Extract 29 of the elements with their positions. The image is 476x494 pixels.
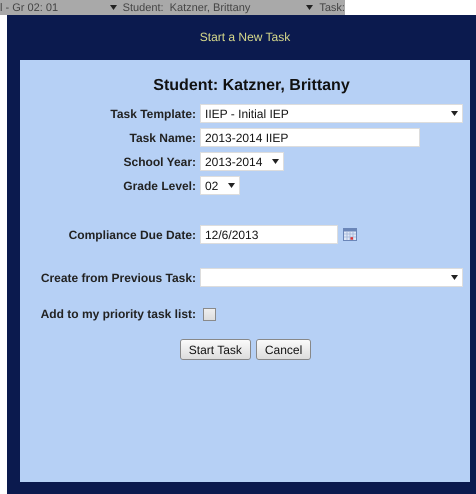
grade-text: l - Gr 02: 01 [0,2,58,14]
field-label: School Year: [122,154,197,168]
checkbox[interactable] [203,308,216,320]
cancel-button[interactable]: Cancel [256,339,312,360]
start-task-button[interactable]: Start Task [180,339,251,360]
dropdown-caret-icon [451,275,458,280]
dropdown-caret-icon [110,5,117,10]
dialog-title: Start a New Task [198,29,292,46]
select-field[interactable]: IIEP - Initial IEP [200,104,463,123]
task-label: Task: [319,2,345,14]
field-label: Create from Previous Task: [40,270,197,284]
calendar-icon[interactable] [343,228,357,241]
student-label: Student: [122,2,164,14]
select-field[interactable] [200,268,463,287]
field-label: Compliance Due Date: [68,228,197,242]
dropdown-caret-icon [272,159,280,164]
field-label: Add to my priority task list: [40,307,197,321]
student-heading: Student: Katzner, Brittany [152,77,351,95]
date-field[interactable]: 12/6/2013 [200,225,338,244]
text-field[interactable]: 2013-2014 IIEP [200,128,420,147]
field-label: Task Name: [128,130,197,144]
field-label: Task Template: [109,106,197,120]
dropdown-caret-icon [228,183,236,188]
field-label: Grade Level: [122,178,197,192]
student-name: Katzner, Brittany [170,2,250,14]
dropdown-caret-icon [306,5,314,10]
select-field[interactable]: 02 [200,176,240,195]
dropdown-caret-icon [451,111,458,116]
select-field[interactable]: 2013-2014 [200,152,284,171]
